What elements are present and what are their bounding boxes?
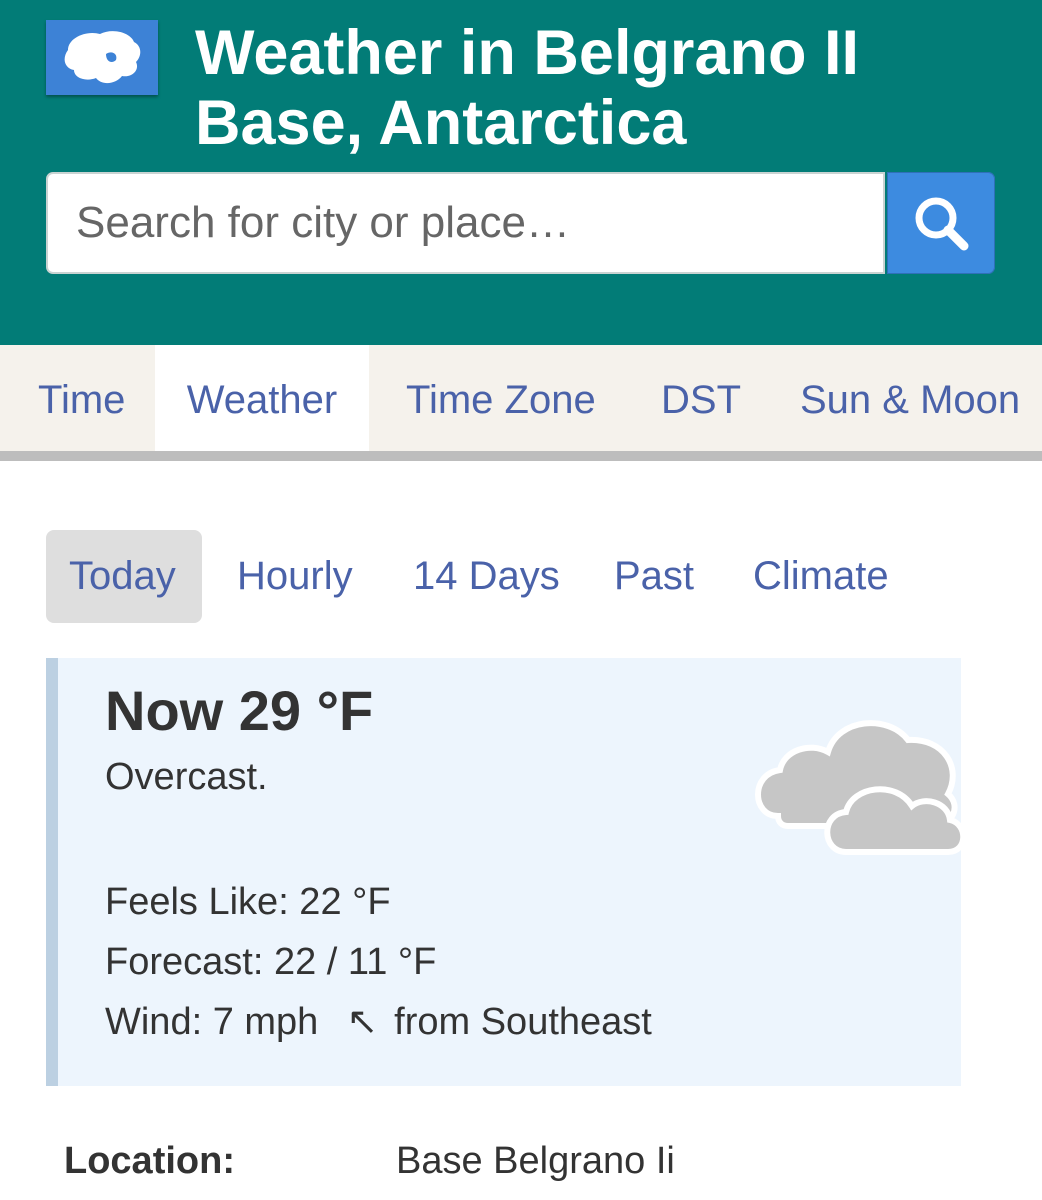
- site-header: Weather in Belgrano II Base, Antarctica: [0, 0, 1042, 345]
- wind-speed: Wind: 7 mph: [105, 1001, 319, 1043]
- forecast: Forecast: 22 / 11 °F: [105, 941, 437, 983]
- search-button[interactable]: [887, 172, 995, 274]
- tab-sun-and-moon[interactable]: Sun & Moon: [800, 345, 1020, 451]
- antarctica-flag-icon[interactable]: [46, 20, 158, 95]
- subtab-past[interactable]: Past: [614, 530, 694, 623]
- location-label: Location:: [64, 1140, 235, 1182]
- weather-description: Overcast.: [105, 756, 268, 798]
- subtab-hourly[interactable]: Hourly: [237, 530, 353, 623]
- wind-direction: from Southeast: [394, 1001, 652, 1043]
- feels-like: Feels Like: 22 °F: [105, 881, 391, 923]
- tab-weather[interactable]: Weather: [155, 345, 369, 451]
- subtab-today[interactable]: Today: [46, 530, 202, 623]
- tab-time[interactable]: Time: [38, 345, 125, 451]
- tab-dst[interactable]: DST: [661, 345, 741, 451]
- page-title: Weather in Belgrano II Base, Antarctica: [195, 18, 859, 158]
- overcast-cloud-icon: [755, 720, 967, 855]
- tab-time-zone[interactable]: Time Zone: [406, 345, 596, 451]
- current-weather-card: Now 29 °F Overcast. Feels Like: 22 °F Fo…: [46, 658, 967, 1086]
- main-nav: Time Weather Time Zone DST Sun & Moon: [0, 345, 1042, 461]
- wind-row: Wind: 7 mph ↖ from Southeast: [105, 998, 652, 1046]
- search-input[interactable]: [48, 174, 883, 272]
- subtab-14-days[interactable]: 14 Days: [413, 530, 560, 623]
- location-value: Base Belgrano Ii: [396, 1140, 675, 1182]
- search-icon: [915, 197, 969, 251]
- subtab-climate[interactable]: Climate: [753, 530, 889, 623]
- current-temperature: Now 29 °F: [105, 679, 374, 742]
- search-box: [46, 172, 885, 274]
- wind-direction-arrow-icon: ↖: [346, 1001, 379, 1043]
